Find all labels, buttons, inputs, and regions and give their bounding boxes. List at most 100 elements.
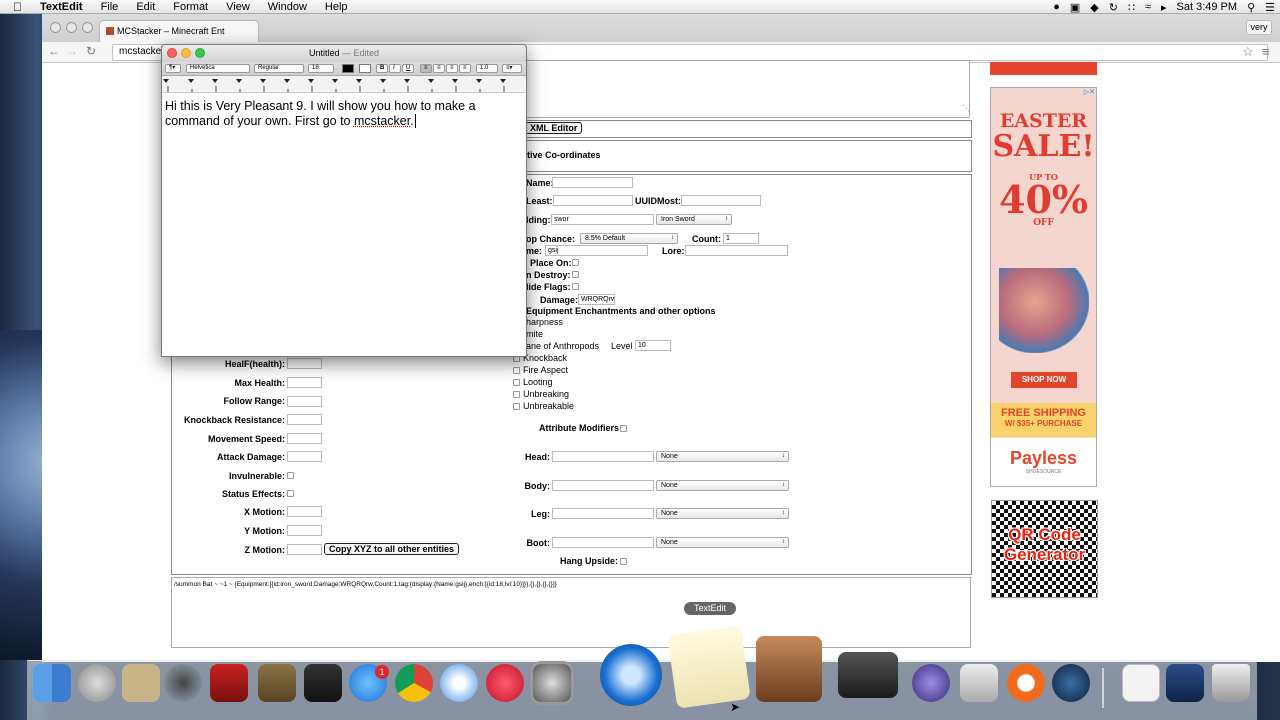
underline-button[interactable]: U [402, 64, 414, 73]
z-motion-input[interactable] [287, 544, 322, 555]
display-name-input[interactable]: gsij [545, 245, 648, 256]
y-motion-input[interactable] [287, 525, 322, 536]
system-preferences-icon[interactable] [533, 664, 571, 702]
hang-upside-checkbox[interactable] [620, 558, 627, 565]
leg-input[interactable] [552, 508, 654, 519]
boot-select[interactable]: None [656, 537, 789, 548]
health-input[interactable] [287, 358, 322, 369]
holding-select[interactable]: Iron Sword [656, 214, 732, 225]
bookmark-star-icon[interactable]: ☆ [1242, 44, 1254, 60]
menu-help[interactable]: Help [316, 1, 357, 13]
clock-label[interactable]: Sat 3:49 PM [1172, 1, 1243, 13]
x-motion-input[interactable] [287, 506, 322, 517]
safari-icon[interactable] [440, 664, 478, 702]
align-justify-icon[interactable]: ≡ [446, 64, 458, 73]
unbreakable-checkbox[interactable] [513, 403, 520, 410]
automator-icon[interactable] [960, 664, 998, 702]
textedit-titlebar[interactable]: Untitled — Edited [162, 45, 526, 62]
close-window-icon[interactable] [167, 48, 177, 58]
status-menu-icon[interactable]: ● [1048, 1, 1065, 13]
menu-format[interactable]: Format [164, 1, 217, 13]
looting-checkbox[interactable] [513, 379, 520, 386]
align-left-icon[interactable]: ≡ [420, 64, 432, 73]
bold-button[interactable]: B [376, 64, 388, 73]
document-body[interactable]: Hi this is Very Pleasant 9. I will show … [165, 99, 525, 129]
line-spacing-select[interactable]: 1.0 [476, 64, 498, 73]
trash-icon[interactable] [1212, 664, 1250, 702]
damage-input[interactable]: WRQRQrw [578, 294, 615, 305]
drop-chance-select[interactable]: 8.5% Default [580, 233, 678, 244]
invulnerable-checkbox[interactable] [287, 472, 294, 479]
uuid-most-input[interactable] [681, 195, 761, 206]
list-bullets-select[interactable]: ≡▾ [502, 64, 522, 73]
body-input[interactable] [552, 480, 654, 491]
volume-icon[interactable]: ▸ [1156, 1, 1172, 14]
imovie-icon[interactable] [756, 636, 822, 702]
paragraph-styles-select[interactable]: ¶▾ [165, 64, 181, 73]
top-ad-banner[interactable] [990, 62, 1097, 75]
bluetooth-icon[interactable]: ∷ [1123, 1, 1140, 14]
time-machine-icon[interactable]: ↻ [1104, 1, 1123, 14]
downloads-stack-icon[interactable] [1122, 664, 1160, 702]
command-output-area[interactable]: /summon Bat ~ ~1 ~ {Equipment:[{id:iron_… [171, 577, 971, 648]
align-right-icon[interactable]: ≡ [459, 64, 471, 73]
resize-grip-icon[interactable]: ⋱ [962, 104, 970, 113]
camera-menu-icon[interactable]: ▣ [1065, 1, 1085, 14]
easter-sale-ad[interactable]: ▷✕ EASTER SALE! UP TO 40% OFF SHOP NOW F… [990, 87, 1097, 487]
forward-arrow-icon[interactable]: → [66, 44, 78, 58]
apple-menu-icon[interactable]:  [0, 0, 31, 14]
browser-tab[interactable]: MCStacker – Minecraft Ent [99, 20, 259, 42]
highlight-color-swatch[interactable] [359, 64, 371, 73]
iphoto-icon[interactable] [258, 664, 296, 702]
leg-select[interactable]: None [656, 508, 789, 519]
menu-app-name[interactable]: TextEdit [31, 1, 92, 13]
max-health-input[interactable] [287, 377, 322, 388]
spotlight-search-icon[interactable]: ⚲ [1242, 1, 1260, 14]
place-on-checkbox[interactable] [572, 259, 579, 266]
head-input[interactable] [552, 451, 654, 462]
xml-editor-button[interactable]: XML Editor [525, 122, 583, 134]
copy-xyz-button[interactable]: Copy XYZ to all other entities [324, 543, 460, 555]
wifi-icon[interactable]: ≈ [1140, 1, 1156, 13]
font-family-select[interactable]: Helvetica [186, 64, 250, 73]
unbreaking-checkbox[interactable] [513, 391, 520, 398]
head-select[interactable]: None [656, 451, 789, 462]
menu-edit[interactable]: Edit [127, 1, 164, 13]
profile-button[interactable]: very [1246, 20, 1272, 35]
printer-icon[interactable] [838, 652, 898, 698]
ad-choices-icon[interactable]: ▷✕ [1084, 88, 1095, 96]
knockback-resistance-input[interactable] [287, 414, 322, 425]
launchpad-icon[interactable] [78, 664, 116, 702]
uuid-least-input[interactable] [553, 195, 633, 206]
reload-icon[interactable]: ↻ [86, 44, 96, 58]
photo-booth-icon[interactable] [210, 664, 248, 702]
sega-stack-icon[interactable] [1166, 664, 1204, 702]
chrome-menu-icon[interactable]: ≡ [1262, 44, 1270, 59]
shop-now-button[interactable]: SHOP NOW [1011, 372, 1077, 388]
chrome-icon[interactable] [395, 664, 433, 702]
body-select[interactable]: None [656, 480, 789, 491]
menu-view[interactable]: View [217, 1, 259, 13]
menu-window[interactable]: Window [259, 1, 316, 13]
hide-flags-checkbox[interactable] [572, 283, 579, 290]
screenflow-icon[interactable] [912, 664, 950, 702]
holding-input[interactable]: swor [551, 214, 654, 225]
quicktime-icon[interactable] [600, 644, 662, 706]
font-style-select[interactable]: Regular [254, 64, 304, 73]
finder-icon[interactable] [33, 664, 71, 702]
follow-range-input[interactable] [287, 396, 322, 407]
italic-button[interactable]: I [389, 64, 401, 73]
attack-damage-input[interactable] [287, 451, 322, 462]
status-effects-checkbox[interactable] [287, 490, 294, 497]
close-window-icon[interactable] [50, 22, 61, 33]
minimize-window-icon[interactable] [66, 22, 77, 33]
name-input[interactable] [552, 177, 633, 188]
menu-file[interactable]: File [92, 1, 128, 13]
movement-speed-input[interactable] [287, 433, 322, 444]
facetime-icon[interactable] [164, 664, 202, 702]
itunes-icon[interactable] [486, 664, 524, 702]
mail-icon[interactable] [122, 664, 160, 702]
textedit-dock-icon[interactable] [667, 625, 751, 709]
level-input[interactable]: 10 [635, 340, 671, 351]
can-destroy-checkbox[interactable] [572, 271, 579, 278]
